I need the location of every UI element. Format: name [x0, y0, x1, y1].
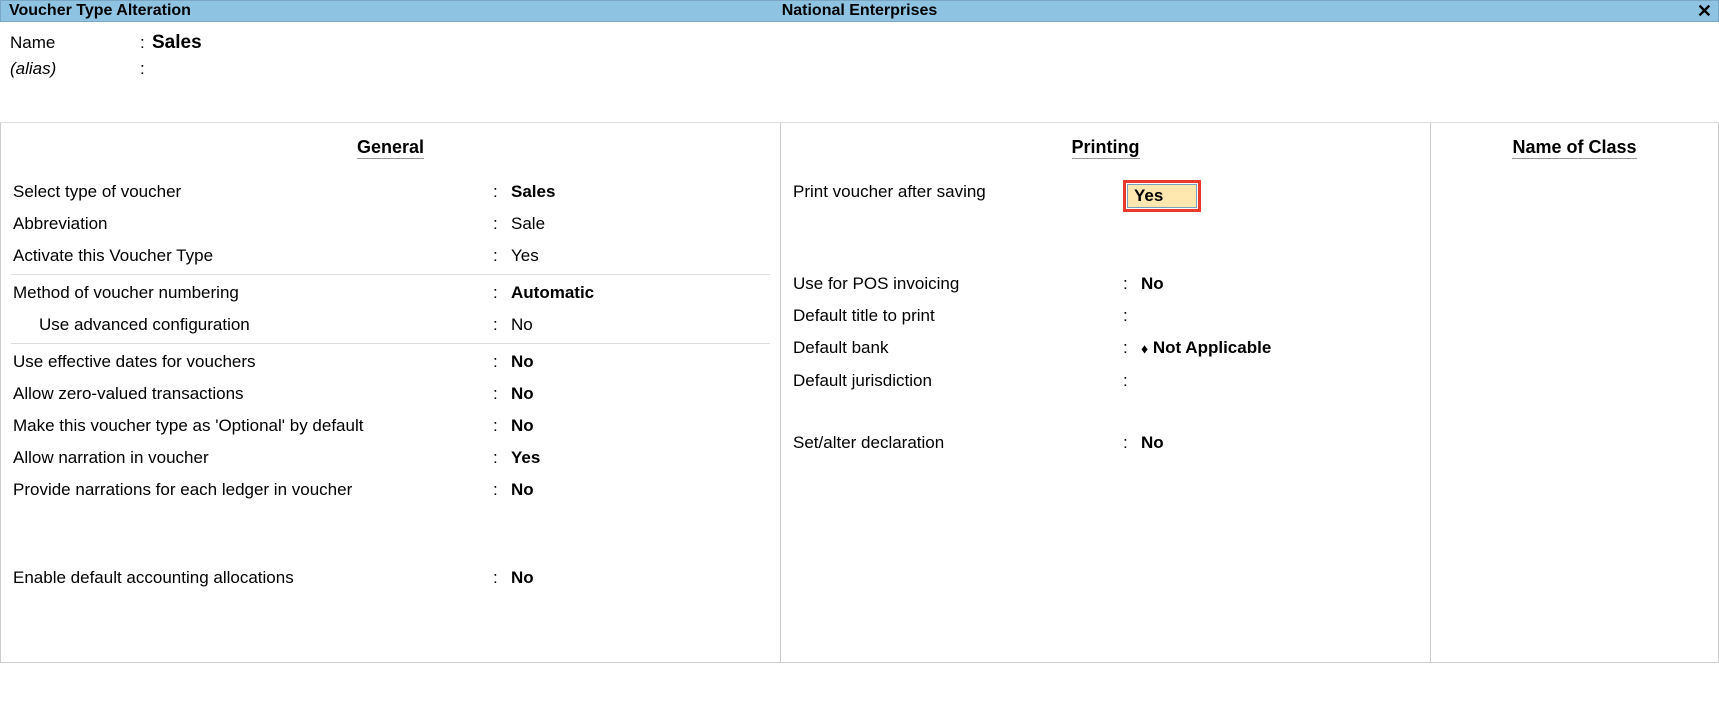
row-alloc: Enable default accounting allocations : … [11, 562, 770, 594]
effdates-value[interactable]: No [511, 346, 534, 378]
row-narration: Allow narration in voucher : Yes [11, 442, 770, 474]
bank-value[interactable]: ♦ Not Applicable [1141, 332, 1271, 365]
row-ledger-narr: Provide narrations for each ledger in vo… [11, 474, 770, 506]
row-select-type: Select type of voucher : Sales [11, 176, 770, 208]
declaration-label: Set/alter declaration [793, 427, 1123, 459]
row-advconfig: Use advanced configuration : No [11, 309, 770, 341]
zero-value[interactable]: No [511, 378, 534, 410]
class-title: Name of Class [1441, 137, 1708, 158]
row-zero: Allow zero-valued transactions : No [11, 378, 770, 410]
activate-label: Activate this Voucher Type [13, 240, 493, 272]
divider [11, 274, 770, 275]
columns-container: General Select type of voucher : Sales A… [0, 123, 1719, 663]
ledger-narr-value[interactable]: No [511, 474, 534, 506]
row-optional: Make this voucher type as 'Optional' by … [11, 410, 770, 442]
advconfig-value[interactable]: No [511, 309, 533, 341]
abbrev-label: Abbreviation [13, 208, 493, 240]
pos-value[interactable]: No [1141, 268, 1164, 300]
general-column: General Select type of voucher : Sales A… [1, 123, 781, 662]
zero-label: Allow zero-valued transactions [13, 378, 493, 410]
select-type-label: Select type of voucher [13, 176, 493, 208]
header-area: Name : Sales (alias) : [0, 22, 1719, 123]
row-bank: Default bank : ♦ Not Applicable [791, 332, 1420, 365]
printing-column: Printing Print voucher after saving Yes … [781, 123, 1431, 662]
print-after-value[interactable]: Yes [1127, 184, 1197, 208]
declaration-value[interactable]: No [1141, 427, 1164, 459]
printing-title: Printing [791, 137, 1420, 158]
row-pos: Use for POS invoicing : No [791, 268, 1420, 300]
row-effdates: Use effective dates for vouchers : No [11, 346, 770, 378]
titlebar: Voucher Type Alteration National Enterpr… [0, 0, 1719, 22]
jurisdiction-label: Default jurisdiction [793, 365, 1123, 397]
narration-value[interactable]: Yes [511, 442, 540, 474]
class-column: Name of Class [1431, 123, 1718, 662]
row-abbrev: Abbreviation : Sale [11, 208, 770, 240]
advconfig-label: Use advanced configuration [13, 309, 493, 341]
divider [11, 343, 770, 344]
close-icon[interactable]: ✕ [1697, 2, 1712, 20]
print-after-label: Print voucher after saving [793, 176, 1123, 208]
numbering-label: Method of voucher numbering [13, 277, 493, 309]
narration-label: Allow narration in voucher [13, 442, 493, 474]
title-print-label: Default title to print [793, 300, 1123, 332]
row-declaration: Set/alter declaration : No [791, 427, 1420, 459]
numbering-value[interactable]: Automatic [511, 277, 594, 309]
name-value[interactable]: Sales [152, 30, 202, 56]
activate-value[interactable]: Yes [511, 240, 539, 272]
row-print-after: Print voucher after saving Yes [791, 176, 1420, 212]
row-jurisdiction: Default jurisdiction : [791, 365, 1420, 397]
row-activate: Activate this Voucher Type : Yes [11, 240, 770, 272]
optional-label: Make this voucher type as 'Optional' by … [13, 410, 493, 442]
alloc-label: Enable default accounting allocations [13, 562, 493, 594]
abbrev-value[interactable]: Sale [511, 208, 545, 240]
diamond-icon: ♦ [1141, 341, 1148, 357]
company-name: National Enterprises [782, 2, 938, 20]
select-type-value[interactable]: Sales [511, 176, 555, 208]
optional-value[interactable]: No [511, 410, 534, 442]
name-label: Name [10, 30, 140, 56]
alias-label: (alias) [10, 56, 140, 82]
general-title: General [11, 137, 770, 158]
alloc-value[interactable]: No [511, 562, 534, 594]
bank-label: Default bank [793, 332, 1123, 364]
print-after-highlight: Yes [1123, 180, 1201, 212]
effdates-label: Use effective dates for vouchers [13, 346, 493, 378]
row-numbering: Method of voucher numbering : Automatic [11, 277, 770, 309]
row-title-print: Default title to print : [791, 300, 1420, 332]
pos-label: Use for POS invoicing [793, 268, 1123, 300]
screen-title: Voucher Type Alteration [9, 2, 191, 20]
ledger-narr-label: Provide narrations for each ledger in vo… [13, 474, 493, 506]
